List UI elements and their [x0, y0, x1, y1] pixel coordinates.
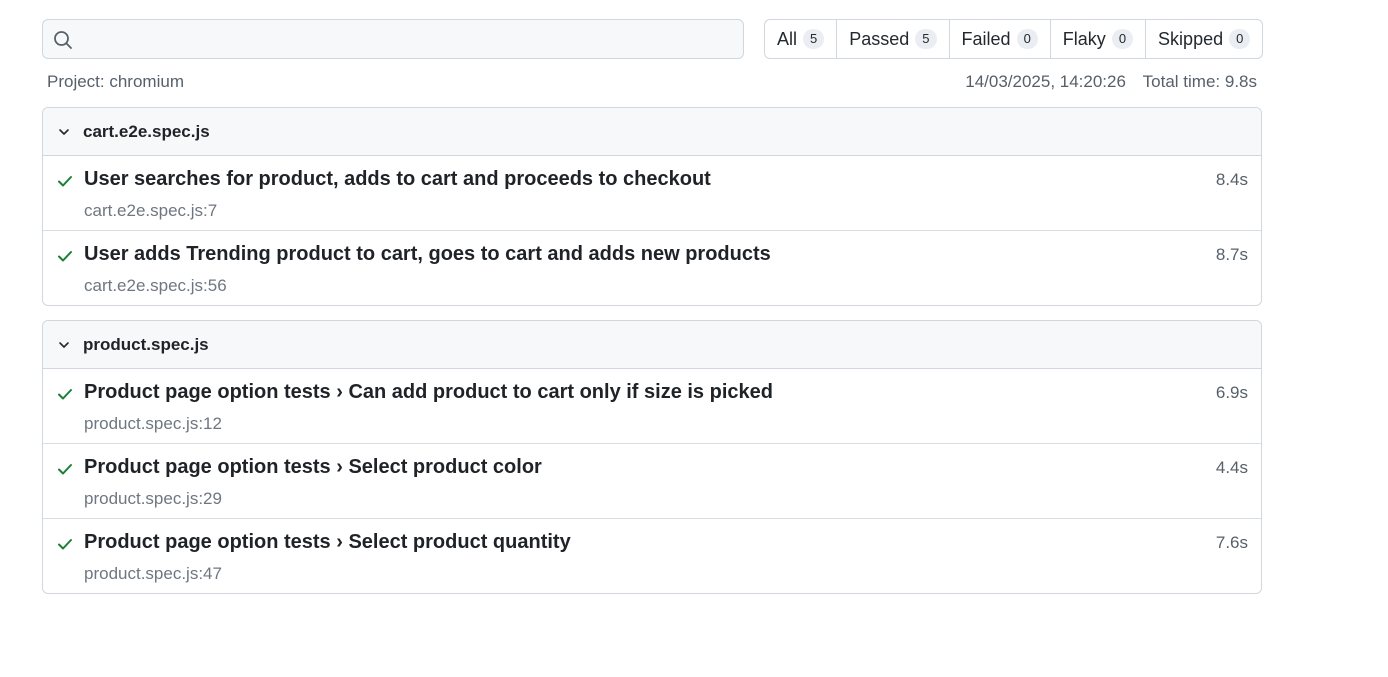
- test-title[interactable]: User adds Trending product to cart, goes…: [84, 243, 771, 266]
- test-duration: 8.4s: [1215, 170, 1248, 189]
- filter-label: Failed: [961, 28, 1011, 49]
- test-duration: 4.4s: [1215, 458, 1248, 477]
- test-location: cart.e2e.spec.js:56: [84, 276, 227, 295]
- file-group-product: product.spec.js Product page option test…: [42, 320, 1262, 594]
- check-icon: [56, 385, 74, 408]
- filter-label: Skipped: [1158, 28, 1224, 49]
- run-timestamp: 14/03/2025, 14:20:26: [965, 72, 1126, 91]
- test-location: product.spec.js:12: [84, 414, 222, 433]
- file-name: cart.e2e.spec.js: [83, 121, 210, 141]
- file-group-cart: cart.e2e.spec.js User searches for produ…: [42, 107, 1262, 306]
- test-location: cart.e2e.spec.js:7: [84, 201, 218, 220]
- test-location: product.spec.js:29: [84, 489, 222, 508]
- filter-label: All: [777, 28, 798, 49]
- filter-passed[interactable]: Passed 5: [837, 20, 950, 58]
- check-icon: [56, 535, 74, 558]
- test-row[interactable]: User searches for product, adds to cart …: [43, 156, 1261, 231]
- test-row[interactable]: Product page option tests › Select produ…: [43, 519, 1261, 593]
- project-label: Project: chromium: [47, 72, 184, 91]
- total-time: Total time: 9.8s: [1142, 72, 1257, 91]
- test-duration: 6.9s: [1215, 383, 1248, 402]
- filter-label: Passed: [849, 28, 910, 49]
- check-icon: [56, 247, 74, 270]
- file-header[interactable]: product.spec.js: [43, 321, 1261, 369]
- test-title[interactable]: Product page option tests › Select produ…: [84, 456, 542, 479]
- filter-count: 0: [1016, 29, 1038, 49]
- filter-flaky[interactable]: Flaky 0: [1051, 20, 1147, 58]
- search-input[interactable]: [83, 20, 737, 60]
- search-icon: [54, 31, 72, 49]
- filter-skipped[interactable]: Skipped 0: [1146, 20, 1262, 58]
- top-bar: All 5 Passed 5 Failed 0 Flaky 0 Skipped 0: [42, 19, 1264, 60]
- search-box[interactable]: [42, 19, 744, 60]
- filter-count: 5: [803, 29, 825, 49]
- file-name: product.spec.js: [83, 334, 209, 354]
- test-row[interactable]: User adds Trending product to cart, goes…: [43, 231, 1261, 305]
- filter-count: 5: [915, 29, 937, 49]
- filter-count: 0: [1229, 29, 1251, 49]
- test-location: product.spec.js:47: [84, 564, 222, 583]
- filter-all[interactable]: All 5: [765, 20, 838, 58]
- chevron-down-icon: [57, 125, 71, 139]
- test-duration: 7.6s: [1215, 533, 1248, 552]
- filter-label: Flaky: [1062, 28, 1106, 49]
- status-filter-group: All 5 Passed 5 Failed 0 Flaky 0 Skipped 0: [764, 19, 1264, 59]
- chevron-down-icon: [57, 338, 71, 352]
- test-row[interactable]: Product page option tests › Select produ…: [43, 444, 1261, 519]
- check-icon: [56, 172, 74, 195]
- file-header[interactable]: cart.e2e.spec.js: [43, 108, 1261, 156]
- run-meta: 14/03/2025, 14:20:26 Total time: 9.8s: [953, 72, 1257, 92]
- test-duration: 8.7s: [1215, 245, 1248, 264]
- check-icon: [56, 460, 74, 483]
- test-title[interactable]: User searches for product, adds to cart …: [84, 168, 711, 191]
- filter-count: 0: [1111, 29, 1134, 49]
- test-row[interactable]: Product page option tests › Can add prod…: [43, 369, 1261, 444]
- test-title[interactable]: Product page option tests › Select produ…: [84, 531, 571, 554]
- test-title[interactable]: Product page option tests › Can add prod…: [84, 381, 773, 404]
- filter-failed[interactable]: Failed 0: [950, 20, 1051, 58]
